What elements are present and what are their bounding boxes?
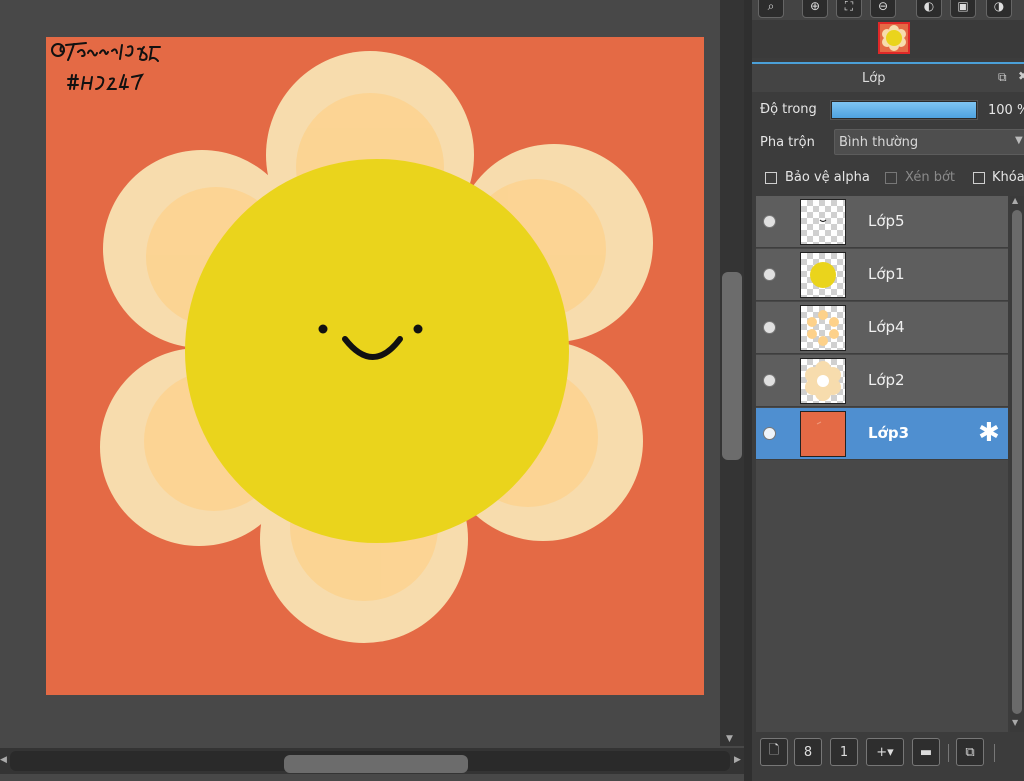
new-1bit-layer-icon[interactable]: 1 [830, 738, 858, 766]
navigator-toolbar: ⌕ ⊕ ⛶ ⊖ ◐ ▣ ◑ [752, 0, 1024, 20]
duplicate-layer-icon[interactable]: ⧉ [956, 738, 984, 766]
new-folder-icon[interactable]: ▬ [912, 738, 940, 766]
layer-row[interactable]: Lớp4 [756, 302, 1008, 354]
panel-splitter[interactable] [744, 0, 752, 781]
add-layer-dropdown-icon[interactable]: +▾ [866, 738, 904, 766]
layer-thumbnail [800, 411, 846, 457]
zoom-out-icon[interactable]: ⊖ [870, 0, 896, 18]
canvas-area[interactable]: ▼ ◀ ▶ [0, 0, 746, 781]
blend-mode-select[interactable]: Bình thường ▼ [834, 129, 1024, 155]
visibility-eye-icon[interactable] [764, 269, 775, 280]
navigator-preview [752, 20, 1024, 58]
layer-thumbnail [800, 305, 846, 351]
fit-screen-icon[interactable]: ⛶ [836, 0, 862, 18]
new-8bit-layer-icon[interactable]: 8 [794, 738, 822, 766]
protect-alpha-checkbox[interactable] [765, 172, 777, 184]
layer-row[interactable]: Lớp5 [756, 196, 1008, 248]
artboard[interactable] [46, 37, 704, 695]
rotate-right-icon[interactable]: ◑ [986, 0, 1012, 18]
visibility-eye-icon[interactable] [764, 216, 775, 227]
blend-mode-value: Bình thường [839, 135, 919, 150]
blend-mode-label: Pha trộn [760, 135, 815, 150]
scroll-down-arrow-icon[interactable]: ▼ [726, 734, 733, 744]
layer-bottom-toolbar: 🗋 8 1 +▾ ▬ ⧉ [752, 734, 1024, 781]
visibility-eye-icon[interactable] [764, 322, 775, 333]
zoom-fit-icon[interactable]: ⌕ [758, 0, 784, 18]
left-eye [318, 324, 328, 334]
scroll-right-arrow-icon[interactable]: ▶ [734, 755, 741, 765]
popout-icon[interactable]: ⧉ [998, 70, 1007, 85]
visibility-eye-icon[interactable] [764, 428, 775, 439]
layer-panel-title: Lớp [862, 71, 886, 86]
opacity-slider-fill [832, 102, 976, 118]
right-panel: ⌕ ⊕ ⛶ ⊖ ◐ ▣ ◑ Lớp ⧉ ✖ Độ trong 100 % [752, 0, 1024, 781]
gear-icon[interactable]: ✱ [978, 418, 1000, 448]
navigator-thumbnail-image [880, 24, 908, 52]
zoom-in-icon[interactable]: ⊕ [802, 0, 828, 18]
lock-checkbox[interactable] [973, 172, 985, 184]
layer-list: Lớp5 Lớp1 Lớp4 Lớp2 Lớp3 ✱ [756, 196, 1008, 732]
layer-thumbnail [800, 252, 846, 298]
layer-name: Lớp5 [868, 212, 905, 230]
flower-center [185, 159, 569, 543]
rotate-left-icon[interactable]: ◐ [916, 0, 942, 18]
layer-list-scrollbar[interactable]: ▲ ▼ [1010, 196, 1024, 732]
visibility-eye-icon[interactable] [764, 375, 775, 386]
horizontal-scroll-track[interactable] [10, 751, 730, 773]
scroll-up-arrow-icon[interactable]: ▲ [1012, 196, 1018, 205]
layer-row-selected[interactable]: Lớp3 ✱ [756, 408, 1008, 460]
protect-alpha-label: Bảo vệ alpha [785, 170, 870, 185]
close-icon[interactable]: ✖ [1018, 69, 1024, 83]
clipping-checkbox[interactable] [885, 172, 897, 184]
clipping-label: Xén bớt [905, 170, 955, 185]
layer-name: Lớp1 [868, 265, 905, 283]
canvas-vertical-scrollbar[interactable]: ▼ [720, 0, 744, 746]
layer-row[interactable]: Lớp1 [756, 249, 1008, 301]
opacity-label: Độ trong [760, 102, 817, 117]
navigator-thumbnail[interactable] [878, 22, 910, 54]
scroll-left-arrow-icon[interactable]: ◀ [0, 755, 7, 765]
layer-name: Lớp4 [868, 318, 905, 336]
right-eye [413, 324, 423, 334]
toolbar-separator [994, 744, 995, 762]
layer-panel-header: Lớp ⧉ ✖ [752, 64, 1024, 92]
layer-thumbnail [800, 199, 846, 245]
scroll-down-arrow-icon[interactable]: ▼ [1012, 718, 1018, 727]
flip-icon[interactable]: ▣ [950, 0, 976, 18]
layer-list-scroll-thumb[interactable] [1012, 210, 1022, 714]
chevron-down-icon: ▼ [1015, 135, 1023, 146]
horizontal-scroll-thumb[interactable] [284, 755, 468, 773]
opacity-value: 100 % [988, 103, 1024, 118]
lock-label: Khóa [992, 170, 1024, 185]
vertical-scroll-thumb[interactable] [722, 272, 742, 460]
layer-thumbnail [800, 358, 846, 404]
toolbar-separator [948, 744, 949, 762]
layer-name: Lớp3 [868, 424, 910, 442]
layer-name: Lớp2 [868, 371, 905, 389]
canvas-horizontal-scrollbar[interactable]: ◀ ▶ [0, 748, 744, 774]
artwork [46, 37, 704, 695]
new-layer-icon[interactable]: 🗋 [760, 738, 788, 766]
opacity-slider[interactable] [830, 100, 978, 120]
layer-row[interactable]: Lớp2 [756, 355, 1008, 407]
